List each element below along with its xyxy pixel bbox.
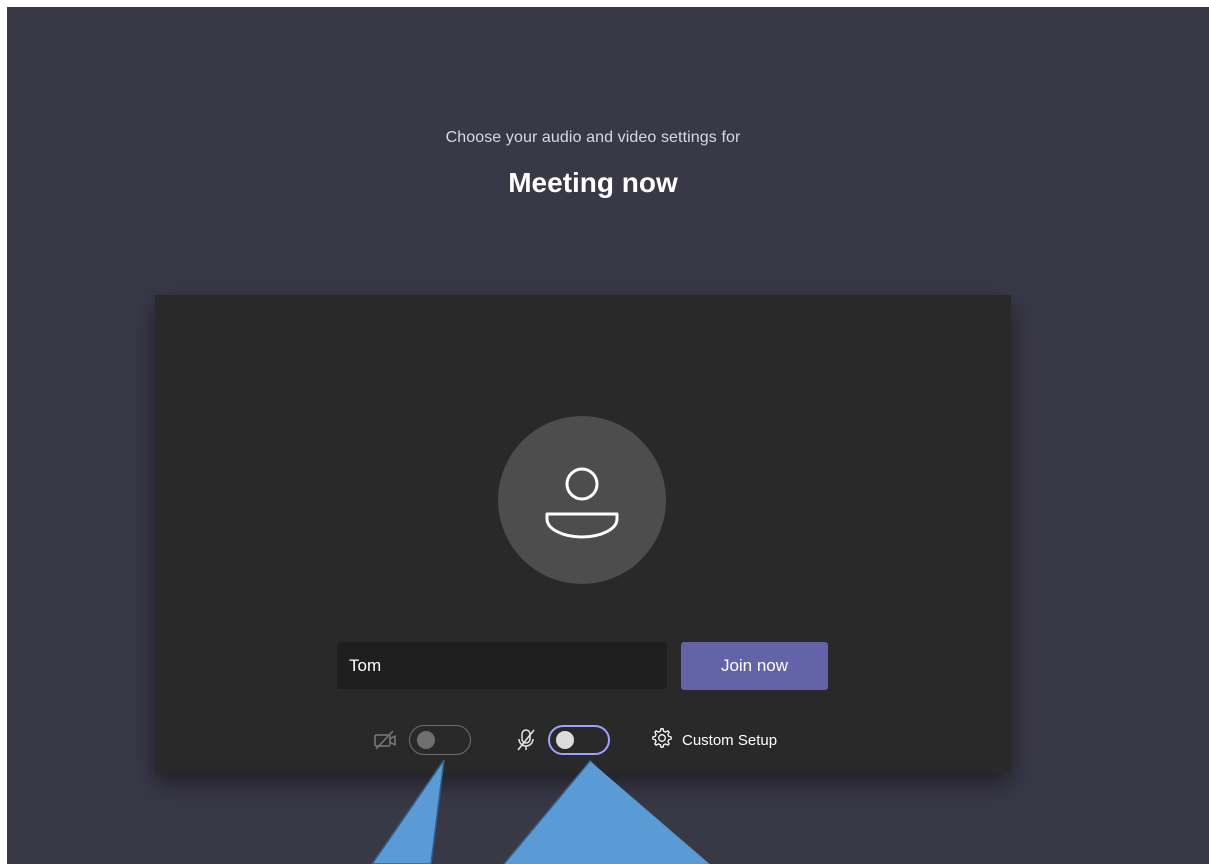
meeting-title: Meeting now: [508, 167, 678, 198]
mic-callout-arrow: [584, 761, 710, 864]
name-input[interactable]: [337, 642, 667, 689]
mic-off-icon: [515, 728, 537, 757]
prejoin-subtitle: Choose your audio and video settings for: [445, 129, 741, 146]
custom-setup-button[interactable]: Custom Setup: [651, 727, 777, 753]
camera-off-icon: [373, 729, 399, 756]
camera-callout-arrow: [371, 759, 445, 864]
device-controls: Custom Setup: [155, 723, 1011, 763]
custom-setup-label: Custom Setup: [682, 731, 778, 749]
preview-card: Join now: [155, 295, 1011, 773]
join-now-button[interactable]: Join now: [681, 642, 828, 690]
avatar: [498, 416, 666, 584]
mic-callout-box: [502, 759, 693, 864]
person-icon: [545, 467, 619, 539]
camera-toggle[interactable]: [409, 725, 471, 755]
mic-toggle[interactable]: [548, 725, 610, 755]
mic-toggle-knob: [556, 731, 574, 749]
gear-icon: [651, 727, 682, 753]
camera-toggle-knob: [417, 731, 435, 749]
prejoin-screen: Choose your audio and video settings for…: [7, 7, 1209, 864]
